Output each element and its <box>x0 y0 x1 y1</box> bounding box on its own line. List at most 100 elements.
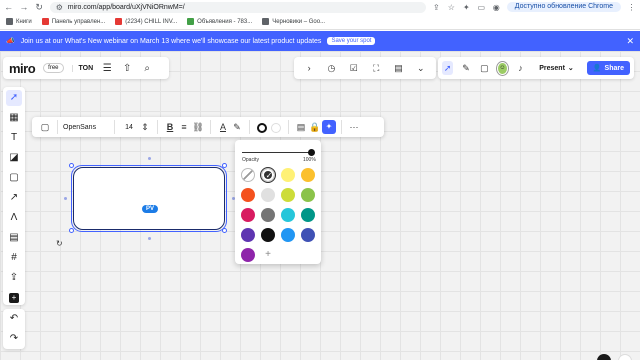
notifications-icon[interactable]: ♪ <box>515 61 526 75</box>
chevron-down-icon: ⌄ <box>567 65 574 72</box>
rotate-icon[interactable]: ↻ <box>56 239 63 248</box>
font-size-stepper-icon[interactable]: ⇕ <box>138 120 152 134</box>
align-icon[interactable]: ≡ <box>177 120 191 134</box>
bookmark-item[interactable]: Черновики – Goo... <box>262 18 325 25</box>
menu-dots-icon[interactable]: ⋮ <box>627 3 636 12</box>
border-color-icon[interactable] <box>255 120 269 134</box>
no-color-swatch[interactable] <box>241 168 255 182</box>
connection-point[interactable] <box>148 237 151 240</box>
sidebar-icon[interactable]: ▭ <box>477 3 486 12</box>
upload-icon[interactable]: ⇪ <box>6 270 22 286</box>
shape-type-icon[interactable]: ▢ <box>38 120 52 134</box>
templates-icon[interactable]: ▦ <box>6 110 22 126</box>
add-color-icon[interactable]: + <box>261 248 275 262</box>
more-options-icon[interactable]: ··· <box>347 120 361 134</box>
color-swatch[interactable] <box>241 208 255 222</box>
resize-handle[interactable] <box>222 163 227 168</box>
bookmark-item[interactable]: (2234) CHILL INV... <box>115 18 177 25</box>
font-size-input[interactable]: 14 <box>120 124 138 131</box>
board-title[interactable]: TON <box>71 64 93 72</box>
profile-icon[interactable]: ◉ <box>492 3 501 12</box>
color-swatch[interactable] <box>281 228 295 242</box>
share-page-icon[interactable]: ⇪ <box>432 3 441 12</box>
color-swatch[interactable] <box>281 208 295 222</box>
back-icon[interactable]: ← <box>4 2 13 12</box>
timer-icon[interactable]: ◷ <box>324 61 338 75</box>
redo-icon[interactable]: ↷ <box>6 331 22 347</box>
more-chevron-icon[interactable]: ⌄ <box>414 61 428 75</box>
bookmark-item[interactable]: Книги <box>6 18 32 25</box>
frame-tool-icon[interactable]: # <box>6 250 22 266</box>
connection-point[interactable] <box>148 157 151 160</box>
color-swatch[interactable] <box>261 228 275 242</box>
miro-logo[interactable]: miro <box>9 61 36 76</box>
bold-icon[interactable]: B <box>163 120 177 134</box>
user-avatar[interactable]: ☺ <box>496 61 508 75</box>
pen-tool-icon[interactable]: Ʌ <box>6 210 22 226</box>
ads-icon <box>187 18 195 25</box>
extensions-icon[interactable]: ✦ <box>462 3 471 12</box>
color-swatch[interactable] <box>281 168 295 182</box>
fill-color-icon[interactable] <box>269 120 283 134</box>
comments-icon[interactable]: ▢ <box>479 61 490 75</box>
text-color-icon[interactable]: A <box>216 120 230 134</box>
opacity-slider-handle[interactable] <box>308 149 315 156</box>
comment-icon[interactable]: ▤ <box>294 120 308 134</box>
close-icon[interactable]: ✕ <box>626 36 634 47</box>
celebrate-icon[interactable]: ✎ <box>460 61 471 75</box>
opacity-slider-track[interactable] <box>242 152 312 153</box>
cursor-pointer-icon[interactable]: ➚ <box>442 61 454 75</box>
color-swatch[interactable] <box>241 228 255 242</box>
present-button[interactable]: Present ⌄ <box>533 62 580 74</box>
notes-icon[interactable]: ▤ <box>391 61 405 75</box>
sticky-note-icon[interactable]: ◪ <box>6 150 22 166</box>
divider <box>57 120 58 134</box>
ai-assist-icon[interactable]: ✦ <box>322 120 336 134</box>
resize-handle[interactable] <box>69 163 74 168</box>
color-swatch[interactable] <box>241 248 255 262</box>
color-swatch[interactable] <box>301 188 315 202</box>
bookmark-item[interactable]: Объявления - 783... <box>187 18 252 25</box>
voting-icon[interactable]: ☑ <box>347 61 361 75</box>
site-info-icon[interactable]: ⚙ <box>55 3 64 12</box>
color-swatch[interactable] <box>241 188 255 202</box>
reload-icon[interactable]: ↻ <box>35 2 44 12</box>
plan-badge[interactable]: free <box>43 63 64 73</box>
shape-tool-icon[interactable]: ▢ <box>6 170 22 186</box>
highlight-icon[interactable]: ✎ <box>230 120 244 134</box>
lock-icon[interactable]: 🔒 <box>308 120 322 134</box>
link-icon[interactable]: ⛓ <box>191 120 205 134</box>
frames-icon[interactable]: ⛶ <box>369 61 383 75</box>
connection-point[interactable] <box>64 197 67 200</box>
resize-handle[interactable] <box>69 228 74 233</box>
connector-tool-icon[interactable]: ↗ <box>6 190 22 206</box>
bookmark-item[interactable]: Панель управлен... <box>41 18 105 25</box>
resize-handle[interactable] <box>222 228 227 233</box>
export-icon[interactable]: ⇧ <box>121 63 133 74</box>
share-button[interactable]: 👤 Share <box>586 61 630 75</box>
menu-icon[interactable]: ☰ <box>101 63 113 74</box>
comment-tool-icon[interactable]: ▤ <box>6 230 22 246</box>
undo-icon[interactable]: ↶ <box>6 311 22 327</box>
color-swatch[interactable] <box>261 168 276 183</box>
text-tool-icon[interactable]: T <box>6 130 22 146</box>
color-swatch[interactable] <box>261 208 275 222</box>
url-field[interactable]: ⚙ miro.com/app/board/uXjVNiORnwM=/ <box>49 1 426 13</box>
collaboration-panel: ➚ ✎ ▢ ☺ ♪ Present ⌄ 👤 Share <box>438 57 634 79</box>
color-swatch[interactable] <box>301 168 315 182</box>
color-swatch[interactable] <box>281 188 295 202</box>
save-spot-button[interactable]: Save your spot <box>327 37 376 45</box>
chevron-right-icon[interactable]: › <box>302 61 316 75</box>
megaphone-icon: 📣 <box>6 38 15 45</box>
color-swatch[interactable] <box>301 208 315 222</box>
more-tools-icon[interactable]: + <box>9 293 19 303</box>
forward-icon[interactable]: → <box>19 2 28 12</box>
font-family-select[interactable]: OpenSans <box>63 124 109 131</box>
select-tool-icon[interactable]: ➚ <box>6 90 22 106</box>
color-swatch[interactable] <box>261 188 275 202</box>
search-icon[interactable]: ⌕ <box>141 63 153 74</box>
color-swatch[interactable] <box>301 228 315 242</box>
bookmark-star-icon[interactable]: ☆ <box>447 3 456 12</box>
board-panel: miro free TON ☰ ⇧ ⌕ <box>3 57 169 79</box>
chrome-update-button[interactable]: Доступно обновление Chrome <box>506 2 621 12</box>
